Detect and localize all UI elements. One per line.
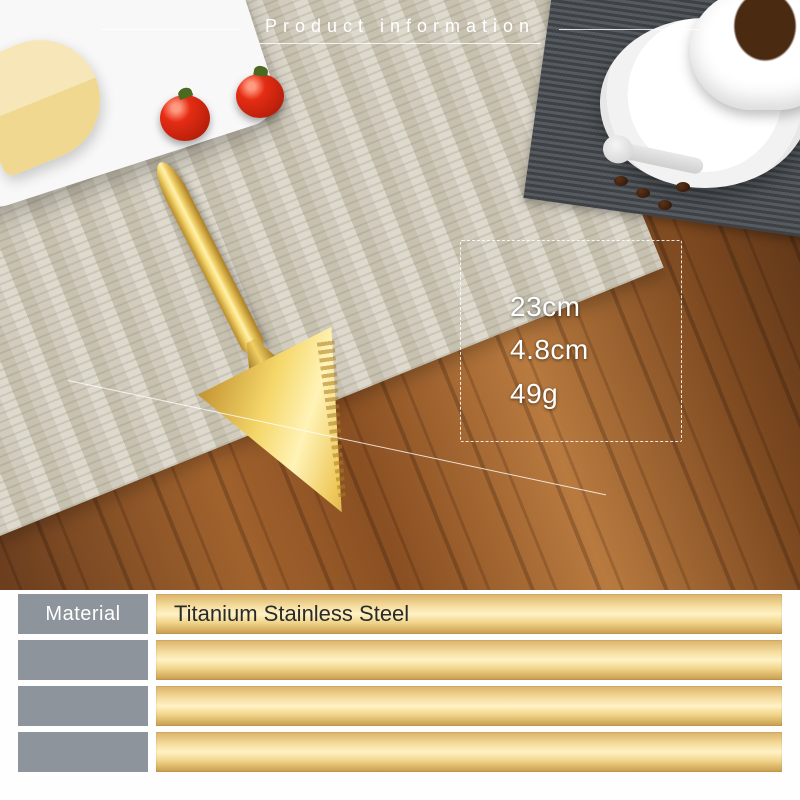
server-handle bbox=[149, 157, 266, 355]
dimension-length: 23cm bbox=[510, 285, 589, 328]
spec-value: Titanium Stainless Steel bbox=[156, 594, 782, 634]
spec-row bbox=[18, 732, 782, 772]
title-rule-right bbox=[559, 29, 699, 30]
spec-row bbox=[18, 686, 782, 726]
cherry-tomato bbox=[160, 95, 210, 141]
coffee-bean bbox=[614, 176, 628, 186]
title-rule-left bbox=[101, 29, 241, 30]
spec-table: Material Titanium Stainless Steel bbox=[0, 590, 800, 800]
product-info-card: 23cm 4.8cm 49g Product information Mater… bbox=[0, 0, 800, 800]
dimension-text: 23cm 4.8cm 49g bbox=[510, 285, 589, 415]
spec-label bbox=[18, 732, 148, 772]
spec-row bbox=[18, 640, 782, 680]
spec-value bbox=[156, 732, 782, 772]
coffee-bean bbox=[636, 188, 650, 198]
spec-value bbox=[156, 686, 782, 726]
title-wrap: Product information bbox=[0, 14, 800, 44]
spec-row: Material Titanium Stainless Steel bbox=[18, 594, 782, 634]
coffee-bean bbox=[658, 200, 672, 210]
hero-photo: 23cm 4.8cm 49g Product information bbox=[0, 0, 800, 590]
coffee-bean bbox=[676, 182, 690, 192]
spec-label: Material bbox=[18, 594, 148, 634]
spec-label bbox=[18, 686, 148, 726]
dimension-width: 4.8cm bbox=[510, 328, 589, 371]
spec-value bbox=[156, 640, 782, 680]
page-title: Product information bbox=[259, 14, 541, 44]
dimension-weight: 49g bbox=[510, 372, 589, 415]
spec-label bbox=[18, 640, 148, 680]
